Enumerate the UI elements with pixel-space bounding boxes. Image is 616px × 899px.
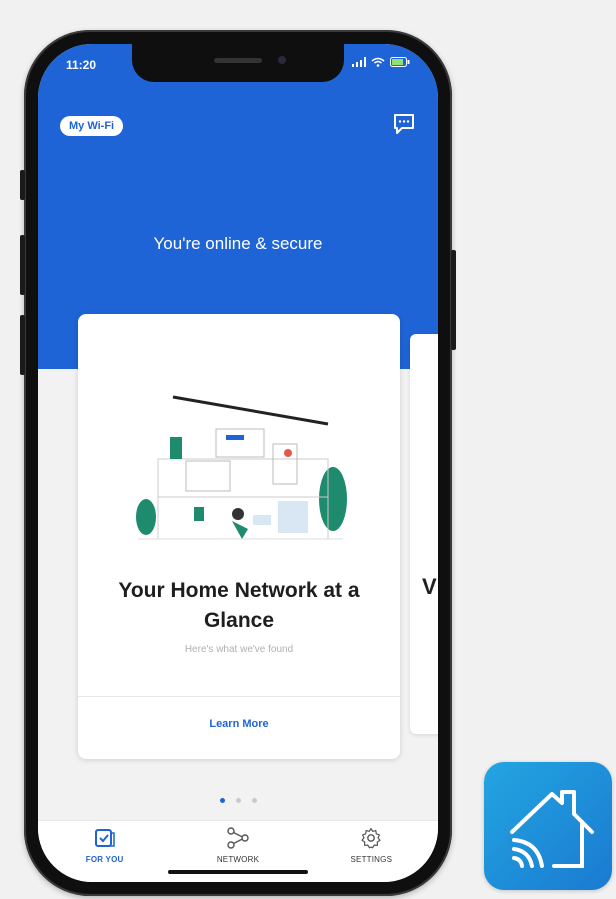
pagination-dot-2[interactable] (235, 798, 241, 803)
next-card-peek[interactable]: V (410, 334, 438, 734)
status-headline: You're online & secure (153, 234, 323, 253)
wifi-icon (371, 57, 385, 67)
phone-frame: 11:20 My Wi-Fi You're online & secure V (20, 30, 456, 896)
phone-notch (132, 44, 344, 82)
home-wifi-icon (510, 790, 594, 868)
card-divider (78, 696, 400, 697)
my-wifi-badge[interactable]: My Wi-Fi (60, 116, 124, 136)
status-time: 11:20 (66, 58, 97, 72)
pagination-dot-3[interactable] (251, 798, 257, 803)
volume-down-button (20, 315, 25, 375)
tab-for-you[interactable]: FOR YOU (45, 827, 165, 864)
notch-camera (278, 56, 286, 64)
tab-label-settings: SETTINGS (350, 855, 393, 864)
battery-icon (390, 57, 410, 67)
for-you-icon (94, 829, 115, 847)
home-network-card[interactable]: Your Home Network at a Glance Here's wha… (78, 314, 400, 759)
signal-icon (352, 57, 366, 67)
card-subtitle: Here's what we've found (184, 644, 294, 655)
notch-speaker (214, 58, 262, 63)
power-button (451, 250, 456, 350)
app-icon[interactable] (484, 762, 612, 890)
learn-more-link[interactable]: Learn More (78, 718, 400, 730)
card-title: Your Home Network at a Glance (118, 579, 360, 632)
tab-settings[interactable]: SETTINGS (311, 827, 431, 864)
mute-switch (20, 170, 25, 200)
volume-up-button (20, 235, 25, 295)
gear-icon (361, 827, 381, 849)
pagination-dot-1[interactable] (219, 798, 225, 803)
next-card-title-fragment: V (422, 574, 437, 599)
home-indicator[interactable] (168, 870, 308, 874)
tab-label-for-you: FOR YOU (85, 855, 124, 864)
network-icon (227, 827, 249, 849)
chat-button[interactable] (392, 112, 416, 136)
home-network-illustration (136, 395, 347, 540)
carousel-pagination (38, 798, 438, 803)
phone-screen: 11:20 My Wi-Fi You're online & secure V (38, 44, 438, 882)
status-icons (352, 57, 410, 67)
tab-network[interactable]: NETWORK (178, 827, 298, 864)
tab-label-network: NETWORK (216, 855, 260, 864)
chat-bubble-icon (394, 114, 414, 134)
